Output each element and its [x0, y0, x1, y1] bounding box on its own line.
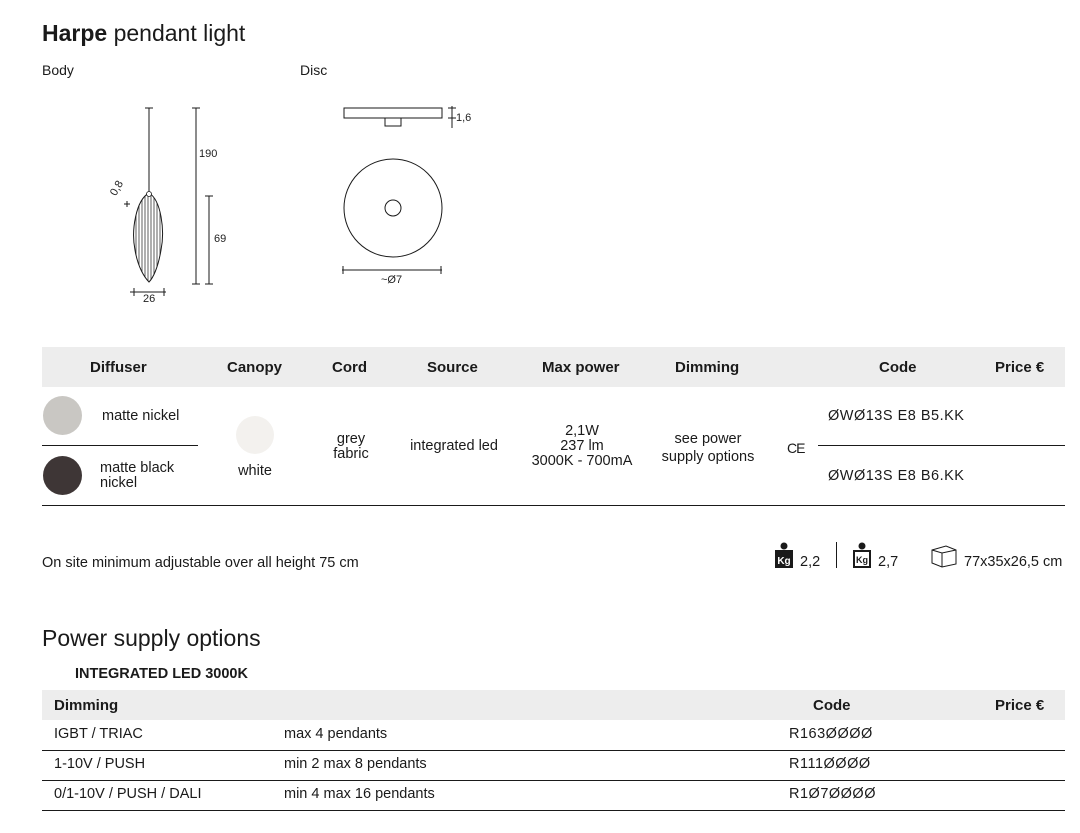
canopy-label: white: [238, 463, 272, 479]
weight-divider: [836, 542, 837, 568]
code-matte-nickel: ØWØ13S E8 B5.KK: [828, 408, 965, 424]
disc-top-view: [343, 158, 443, 258]
col-dimming: Dimming: [675, 359, 740, 376]
swatch-matte-black-nickel: [43, 456, 82, 495]
ps-table-bottom-border: [42, 810, 1065, 811]
body-drawing-label: Body: [42, 62, 74, 78]
ps-row-divider: [42, 750, 1065, 751]
gross-weight-icon: Kg: [853, 542, 871, 568]
ps-row-pendants: min 2 max 8 pendants: [284, 756, 427, 772]
product-table-bottom-border: [42, 505, 1065, 506]
diffuser-matte-black-nickel-label: matte black nickel: [100, 460, 175, 491]
svg-text:Kg: Kg: [856, 555, 868, 565]
ps-row-pendants: max 4 pendants: [284, 726, 388, 742]
ps-row-dimming: 1-10V / PUSH: [54, 756, 146, 772]
col-code: Code: [879, 359, 917, 376]
diffuser-matte-nickel-label: matte nickel: [102, 408, 180, 424]
install-note: On site minimum adjustable over all heig…: [42, 555, 359, 571]
title-product-name: Harpe: [42, 20, 108, 46]
box-icon: [931, 545, 957, 568]
col-ps-dimming: Dimming: [54, 697, 119, 714]
dim-body-height: 69: [214, 233, 227, 245]
ps-row-code: R1Ø7ØØØØ: [789, 786, 876, 802]
col-canopy: Canopy: [227, 359, 283, 376]
disc-side-view: [343, 107, 443, 119]
col-source: Source: [427, 359, 478, 376]
net-weight-icon: Kg: [775, 542, 793, 568]
max-power-value: 2,1W 237 lm 3000K - 700mA: [531, 423, 633, 469]
dimming-value: see power supply options: [661, 431, 755, 465]
ps-row-dimming: IGBT / TRIAC: [54, 726, 143, 742]
dim-body-width: 26: [143, 293, 156, 305]
gross-weight-value: 2,7: [878, 554, 899, 570]
cord-value: grey fabric: [333, 431, 369, 462]
col-diffuser: Diffuser: [90, 359, 147, 376]
dim-disc-thickness: 1,6: [456, 112, 472, 124]
swatch-canopy-white: [236, 416, 274, 454]
col-price: Price €: [995, 359, 1045, 376]
net-weight-value: 2,2: [800, 554, 821, 570]
power-supply-subtitle: INTEGRATED LED 3000K: [75, 666, 248, 682]
ps-row-code: R111ØØØØ: [789, 756, 871, 772]
col-max-power: Max power: [542, 359, 620, 376]
ps-row-dimming: 0/1-10V / PUSH / DALI: [54, 786, 202, 802]
page-title: Harpe pendant light: [42, 20, 245, 47]
ps-row-code: R163ØØØØ: [789, 726, 873, 742]
box-size-value: 77x35x26,5 cm: [964, 554, 1063, 570]
body-technical-drawing: [124, 107, 213, 296]
dim-total-height: 190: [199, 148, 218, 160]
col-ps-code: Code: [813, 697, 851, 714]
code-matte-black-nickel: ØWØ13S E8 B6.KK: [828, 468, 965, 484]
col-ps-price: Price €: [995, 697, 1045, 714]
power-table-header: Dimming Code Price €: [42, 690, 1065, 720]
code-divider: [818, 445, 1065, 446]
title-product-type: pendant light: [113, 20, 246, 46]
swatch-matte-nickel: [43, 396, 82, 435]
ps-row-pendants: min 4 max 16 pendants: [284, 786, 435, 802]
svg-text:Kg: Kg: [777, 556, 790, 567]
disc-technical-drawing: [342, 106, 456, 274]
diffuser-divider: [42, 445, 198, 446]
ps-row-divider: [42, 780, 1065, 781]
source-value: integrated led: [410, 438, 498, 454]
col-cord: Cord: [332, 359, 367, 376]
dim-disc-diameter: ~Ø7: [381, 274, 403, 286]
product-table-header: Diffuser Canopy Cord Source Max power Di…: [42, 347, 1065, 387]
disc-drawing-label: Disc: [300, 62, 328, 78]
power-supply-title: Power supply options: [42, 625, 261, 651]
ce-mark: CE: [787, 440, 805, 456]
